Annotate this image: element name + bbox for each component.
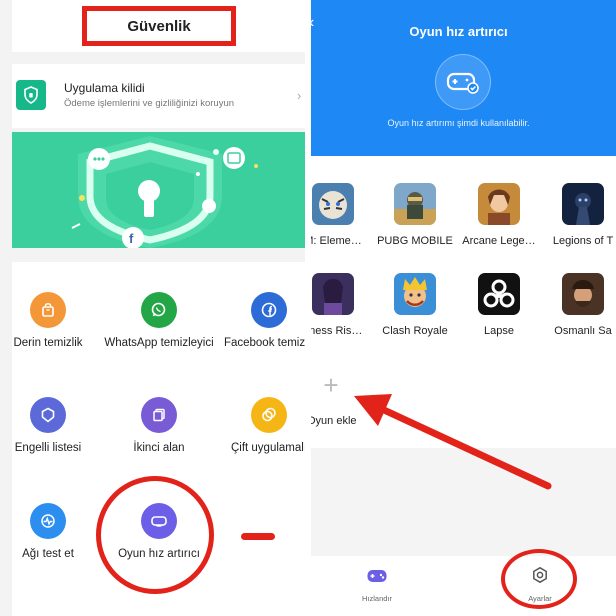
screenshot-composite: Güvenlik Uygulama kilidi Ödeme işlemleri… [0,0,616,616]
annotation-arrow [354,394,552,490]
